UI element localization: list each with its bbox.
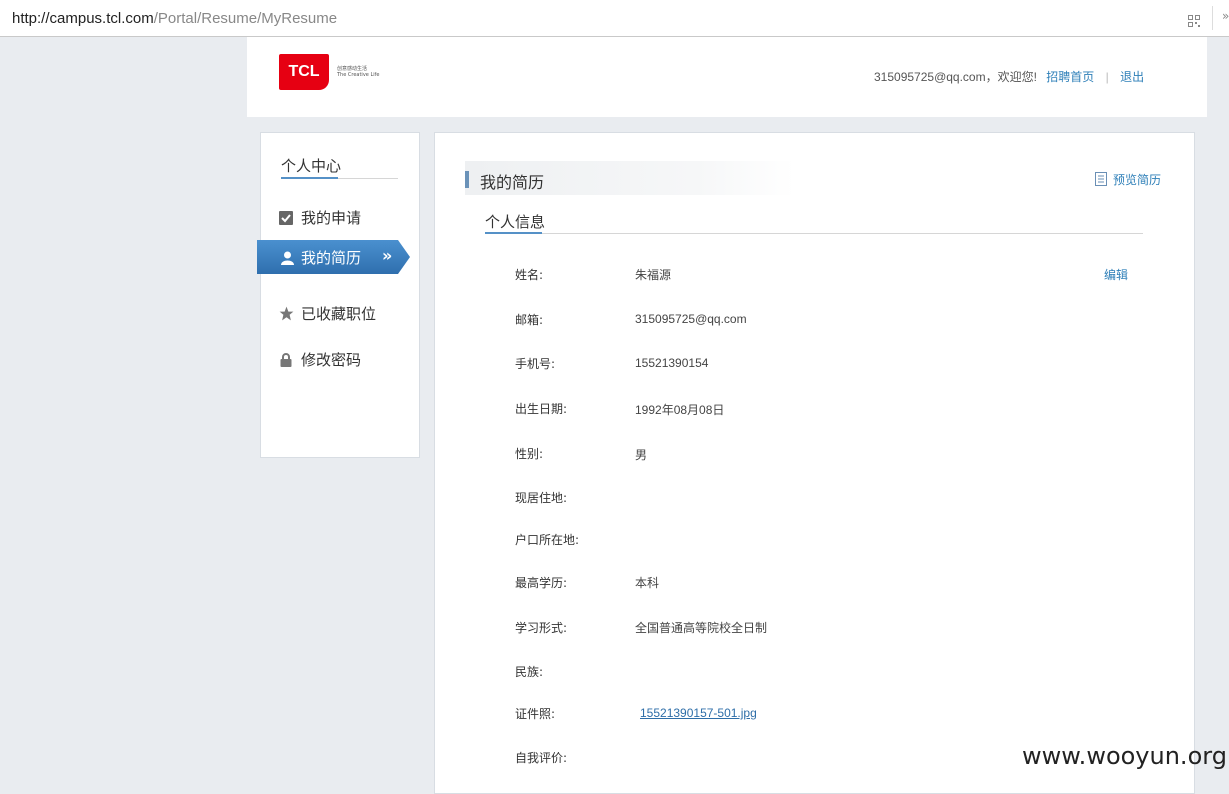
more-icon[interactable]: » [1222,9,1229,23]
divider-accent [281,177,338,179]
gender-value: 男 [635,448,648,462]
resume-panel: 我的简历 预览简历 个人信息 编辑 姓名: 朱福源 邮箱: 315095725@… [434,132,1195,794]
logout-link[interactable]: 退出 [1120,70,1144,84]
chevron-right-icon: » [382,246,393,265]
lock-icon [279,353,293,367]
study-mode-value: 全国普通高等院校全日制 [635,621,768,635]
preview-resume-button[interactable]: 预览简历 [1095,171,1161,189]
hukou-label: 户口所在地: [515,533,580,547]
person-icon [281,250,294,269]
preview-label: 预览简历 [1113,173,1162,187]
divider [485,233,1143,234]
self-evaluation-label: 自我评价: [515,751,568,765]
education-value: 本科 [635,576,660,590]
logo-slogan: 创意感动生活 The Creative Life [337,66,380,78]
star-icon [279,306,294,321]
divider-accent [485,232,542,234]
sidebar-item-label: 修改密码 [301,351,362,369]
name-label: 姓名: [515,268,544,282]
sidebar-item-saved-jobs[interactable]: 已收藏职位 [279,303,376,324]
phone-value: 15521390154 [635,356,709,370]
ethnicity-label: 民族: [515,665,544,679]
sidebar-item-my-applications[interactable]: 我的申请 [279,207,361,228]
id-photo-label: 证件照: [515,707,556,721]
name-value: 朱福源 [635,268,672,282]
site-header: TCL 创意感动生活 The Creative Life 315095725@q… [247,37,1207,117]
edit-link[interactable]: 编辑 [1104,266,1128,283]
sidebar-item-label: 我的简历 [301,249,362,267]
sidebar-title: 个人中心 [281,157,342,175]
url-text[interactable]: http://campus.tcl.com/Portal/Resume/MyRe… [12,10,337,27]
id-photo-link[interactable]: 15521390157-501.jpg [640,706,757,720]
sidebar: 个人中心 我的申请 已收藏职位 修改密码 [260,132,420,458]
tcl-logo[interactable]: TCL [279,54,329,90]
link-divider: | [1105,70,1109,84]
birthdate-label: 出生日期: [515,402,568,416]
section-title: 个人信息 [485,213,546,231]
sidebar-item-my-resume[interactable]: 我的简历 » [257,240,410,274]
email-value: 315095725@qq.com [635,312,747,326]
birthdate-value: 1992年08月08日 [635,403,725,417]
sidebar-item-label: 我的申请 [301,209,362,227]
toolbar-divider [1212,6,1213,30]
page-title: 我的简历 [480,173,545,192]
email-label: 邮箱: [515,313,544,327]
checkbox-icon [279,211,293,225]
study-mode-label: 学习形式: [515,621,568,635]
welcome-text: 315095725@qq.com，欢迎您! [874,70,1037,84]
address-bar[interactable]: http://campus.tcl.com/Portal/Resume/MyRe… [0,0,1229,37]
document-icon [1095,172,1107,189]
residence-label: 现居住地: [515,491,568,505]
sidebar-item-change-password[interactable]: 修改密码 [279,349,361,370]
education-label: 最高学历: [515,576,568,590]
phone-label: 手机号: [515,357,556,371]
qr-code-icon[interactable] [1188,12,1200,27]
title-accent-bar [465,171,469,188]
watermark: www.wooyun.org [1022,742,1227,770]
gender-label: 性别: [515,447,544,461]
user-bar: 315095725@qq.com，欢迎您! 招聘首页 | 退出 [874,68,1144,85]
recruitment-home-link[interactable]: 招聘首页 [1046,70,1094,84]
sidebar-item-label: 已收藏职位 [301,305,377,323]
